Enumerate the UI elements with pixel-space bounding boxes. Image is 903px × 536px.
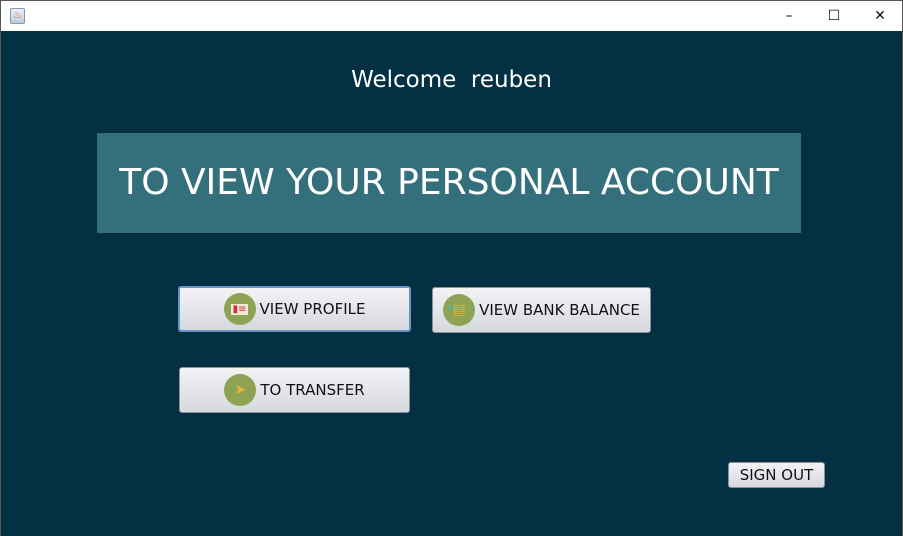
minimize-button[interactable]: – — [766, 5, 812, 27]
view-bank-balance-label: VIEW BANK BALANCE — [479, 301, 640, 319]
banner: TO VIEW YOUR PERSONAL ACCOUNT — [97, 133, 801, 233]
id-card-icon: ▮≡ — [223, 293, 256, 325]
main-panel: Welcome reuben TO VIEW YOUR PERSONAL ACC… — [1, 31, 902, 536]
view-profile-label: VIEW PROFILE — [259, 300, 366, 318]
to-transfer-label: TO TRANSFER — [260, 381, 365, 399]
coins-icon: ▤ — [443, 294, 476, 326]
java-icon: ♨ — [10, 8, 25, 24]
view-profile-button[interactable]: ▮≡ VIEW PROFILE — [178, 286, 411, 332]
close-button[interactable]: ✕ — [857, 5, 903, 27]
view-bank-balance-button[interactable]: ▤ VIEW BANK BALANCE — [432, 287, 651, 333]
welcome-message: Welcome reuben — [1, 67, 902, 93]
maximize-button[interactable]: ☐ — [811, 5, 857, 27]
username: reuben — [470, 67, 552, 93]
sign-out-button[interactable]: SIGN OUT — [728, 462, 825, 488]
title-bar: ♨ – ☐ ✕ — [1, 1, 902, 31]
welcome-label: Welcome — [351, 67, 457, 93]
app-window: ♨ – ☐ ✕ Welcome reuben TO VIEW YOUR PERS… — [0, 0, 903, 536]
paper-plane-icon: ➤ — [224, 374, 257, 406]
to-transfer-button[interactable]: ➤ TO TRANSFER — [179, 367, 410, 413]
